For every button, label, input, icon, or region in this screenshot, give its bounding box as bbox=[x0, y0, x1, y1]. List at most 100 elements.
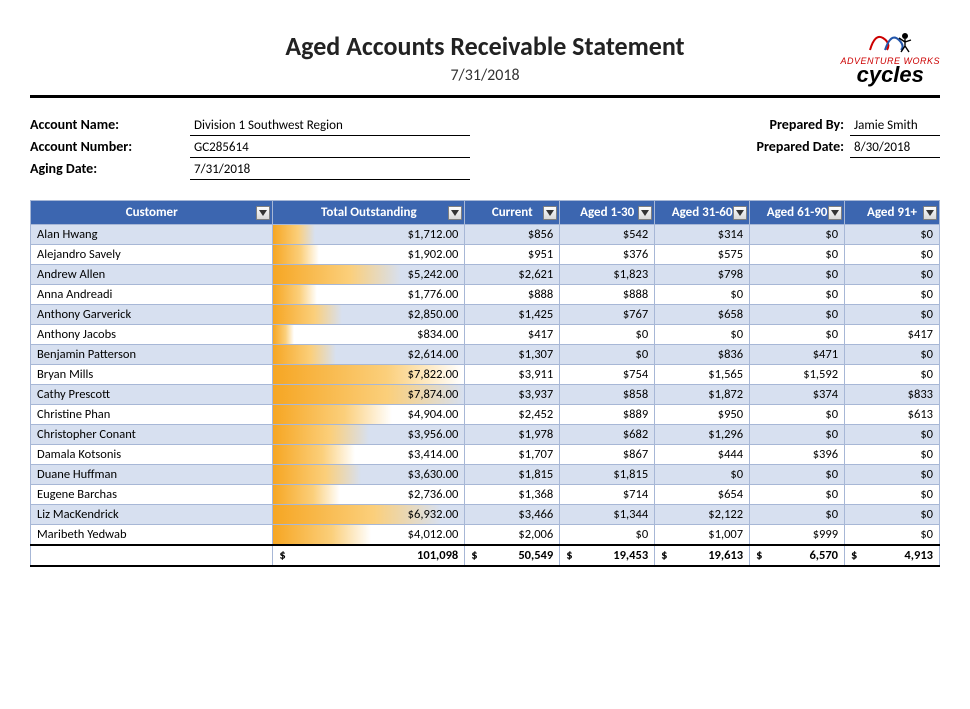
cell-current[interactable]: $1,707 bbox=[465, 445, 560, 465]
cell-a1[interactable]: $858 bbox=[560, 385, 655, 405]
cell-a3[interactable]: $0 bbox=[750, 245, 845, 265]
filter-dropdown-icon[interactable] bbox=[638, 206, 652, 220]
cell-a3[interactable]: $0 bbox=[750, 325, 845, 345]
cell-a4[interactable]: $0 bbox=[845, 465, 940, 485]
cell-a2[interactable]: $1,872 bbox=[655, 385, 750, 405]
cell-a1[interactable]: $682 bbox=[560, 425, 655, 445]
cell-total[interactable]: $2,736.00 bbox=[273, 485, 465, 505]
cell-a3[interactable]: $0 bbox=[750, 265, 845, 285]
cell-a2[interactable]: $1,007 bbox=[655, 525, 750, 546]
cell-customer[interactable]: Eugene Barchas bbox=[31, 485, 273, 505]
cell-customer[interactable]: Anthony Garverick bbox=[31, 305, 273, 325]
cell-total[interactable]: $3,630.00 bbox=[273, 465, 465, 485]
cell-a2[interactable]: $444 bbox=[655, 445, 750, 465]
cell-a4[interactable]: $0 bbox=[845, 525, 940, 546]
cell-a3[interactable]: $0 bbox=[750, 505, 845, 525]
cell-a1[interactable]: $714 bbox=[560, 485, 655, 505]
cell-a1[interactable]: $0 bbox=[560, 345, 655, 365]
cell-a3[interactable]: $0 bbox=[750, 405, 845, 425]
cell-a3[interactable]: $0 bbox=[750, 285, 845, 305]
cell-total[interactable]: $1,712.00 bbox=[273, 225, 465, 245]
cell-a4[interactable]: $0 bbox=[845, 485, 940, 505]
filter-dropdown-icon[interactable] bbox=[828, 206, 842, 220]
cell-a2[interactable]: $1,565 bbox=[655, 365, 750, 385]
cell-a2[interactable]: $798 bbox=[655, 265, 750, 285]
cell-a2[interactable]: $314 bbox=[655, 225, 750, 245]
cell-a2[interactable]: $0 bbox=[655, 465, 750, 485]
cell-a3[interactable]: $0 bbox=[750, 485, 845, 505]
cell-current[interactable]: $1,307 bbox=[465, 345, 560, 365]
col-header-current[interactable]: Current bbox=[465, 201, 560, 225]
cell-current[interactable]: $888 bbox=[465, 285, 560, 305]
cell-a1[interactable]: $888 bbox=[560, 285, 655, 305]
cell-customer[interactable]: Alejandro Savely bbox=[31, 245, 273, 265]
cell-customer[interactable]: Bryan Mills bbox=[31, 365, 273, 385]
cell-customer[interactable]: Christine Phan bbox=[31, 405, 273, 425]
cell-customer[interactable]: Alan Hwang bbox=[31, 225, 273, 245]
cell-customer[interactable]: Benjamin Patterson bbox=[31, 345, 273, 365]
cell-total[interactable]: $1,902.00 bbox=[273, 245, 465, 265]
cell-a1[interactable]: $767 bbox=[560, 305, 655, 325]
cell-total[interactable]: $3,956.00 bbox=[273, 425, 465, 445]
cell-a2[interactable]: $0 bbox=[655, 325, 750, 345]
cell-customer[interactable]: Christopher Conant bbox=[31, 425, 273, 445]
cell-total[interactable]: $3,414.00 bbox=[273, 445, 465, 465]
cell-current[interactable]: $2,452 bbox=[465, 405, 560, 425]
cell-total[interactable]: $7,874.00 bbox=[273, 385, 465, 405]
cell-current[interactable]: $2,621 bbox=[465, 265, 560, 285]
cell-a2[interactable]: $575 bbox=[655, 245, 750, 265]
cell-a2[interactable]: $950 bbox=[655, 405, 750, 425]
cell-a3[interactable]: $374 bbox=[750, 385, 845, 405]
cell-a4[interactable]: $0 bbox=[845, 505, 940, 525]
cell-a2[interactable]: $836 bbox=[655, 345, 750, 365]
cell-a1[interactable]: $542 bbox=[560, 225, 655, 245]
cell-total[interactable]: $4,904.00 bbox=[273, 405, 465, 425]
cell-customer[interactable]: Maribeth Yedwab bbox=[31, 525, 273, 546]
col-header-aged-91[interactable]: Aged 91+ bbox=[845, 201, 940, 225]
filter-dropdown-icon[interactable] bbox=[923, 206, 937, 220]
cell-total[interactable]: $2,614.00 bbox=[273, 345, 465, 365]
cell-total[interactable]: $1,776.00 bbox=[273, 285, 465, 305]
cell-a1[interactable]: $0 bbox=[560, 525, 655, 546]
filter-dropdown-icon[interactable] bbox=[543, 206, 557, 220]
cell-a1[interactable]: $0 bbox=[560, 325, 655, 345]
cell-current[interactable]: $3,937 bbox=[465, 385, 560, 405]
col-header-total[interactable]: Total Outstanding bbox=[273, 201, 465, 225]
cell-current[interactable]: $951 bbox=[465, 245, 560, 265]
cell-customer[interactable]: Damala Kotsonis bbox=[31, 445, 273, 465]
cell-current[interactable]: $3,466 bbox=[465, 505, 560, 525]
cell-total[interactable]: $7,822.00 bbox=[273, 365, 465, 385]
cell-current[interactable]: $856 bbox=[465, 225, 560, 245]
cell-current[interactable]: $1,815 bbox=[465, 465, 560, 485]
cell-a3[interactable]: $999 bbox=[750, 525, 845, 546]
cell-a1[interactable]: $867 bbox=[560, 445, 655, 465]
cell-a4[interactable]: $0 bbox=[845, 345, 940, 365]
filter-dropdown-icon[interactable] bbox=[733, 206, 747, 220]
cell-a4[interactable]: $0 bbox=[845, 285, 940, 305]
cell-a3[interactable]: $0 bbox=[750, 425, 845, 445]
cell-a4[interactable]: $0 bbox=[845, 305, 940, 325]
cell-a2[interactable]: $1,296 bbox=[655, 425, 750, 445]
cell-a1[interactable]: $889 bbox=[560, 405, 655, 425]
cell-a1[interactable]: $754 bbox=[560, 365, 655, 385]
cell-customer[interactable]: Duane Huffman bbox=[31, 465, 273, 485]
cell-a2[interactable]: $658 bbox=[655, 305, 750, 325]
cell-a4[interactable]: $0 bbox=[845, 425, 940, 445]
cell-total[interactable]: $834.00 bbox=[273, 325, 465, 345]
cell-a2[interactable]: $0 bbox=[655, 285, 750, 305]
cell-a4[interactable]: $0 bbox=[845, 225, 940, 245]
cell-a3[interactable]: $0 bbox=[750, 225, 845, 245]
col-header-aged-61-90[interactable]: Aged 61-90 bbox=[750, 201, 845, 225]
cell-total[interactable]: $5,242.00 bbox=[273, 265, 465, 285]
filter-dropdown-icon[interactable] bbox=[256, 206, 270, 220]
cell-current[interactable]: $3,911 bbox=[465, 365, 560, 385]
col-header-aged-1-30[interactable]: Aged 1-30 bbox=[560, 201, 655, 225]
cell-customer[interactable]: Liz MacKendrick bbox=[31, 505, 273, 525]
cell-customer[interactable]: Andrew Allen bbox=[31, 265, 273, 285]
cell-a1[interactable]: $1,344 bbox=[560, 505, 655, 525]
col-header-customer[interactable]: Customer bbox=[31, 201, 273, 225]
cell-total[interactable]: $4,012.00 bbox=[273, 525, 465, 546]
cell-current[interactable]: $2,006 bbox=[465, 525, 560, 546]
cell-a1[interactable]: $1,823 bbox=[560, 265, 655, 285]
cell-a4[interactable]: $0 bbox=[845, 245, 940, 265]
